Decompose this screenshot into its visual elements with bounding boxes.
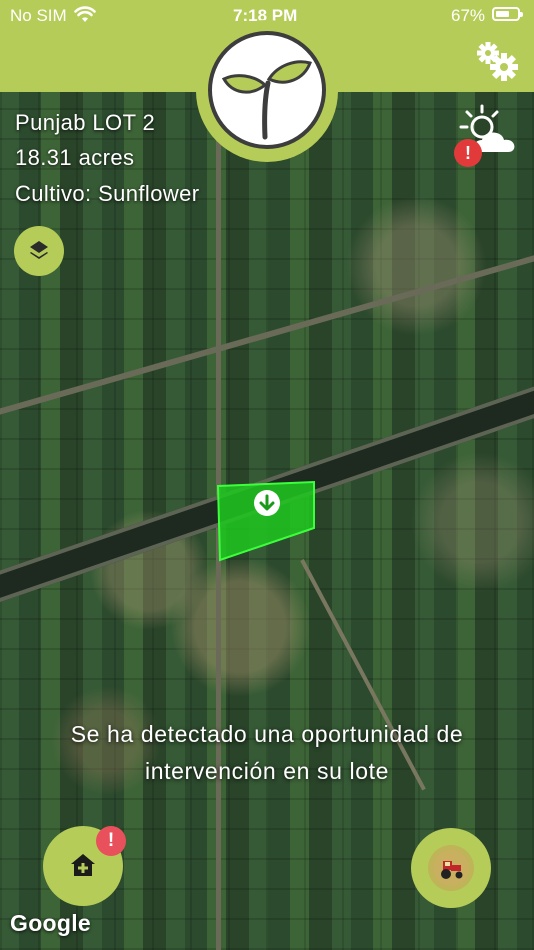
wifi-icon: [74, 6, 96, 22]
message-line-2: intervención en su lote: [145, 758, 389, 784]
map-road: [0, 243, 534, 426]
lot-name: Punjab LOT 2: [15, 110, 156, 135]
layers-icon: [30, 241, 48, 259]
message-line-1: Se ha detectado una oportunidad de: [70, 721, 464, 747]
gear-icon[interactable]: [474, 40, 520, 82]
sprout-logo: [221, 60, 312, 140]
carrier-label: No SIM: [10, 6, 67, 25]
tractor-inner: [433, 850, 469, 886]
lot-crop: Cultivo: Sunflower: [15, 181, 200, 206]
layers-button[interactable]: [14, 226, 64, 276]
tractor-button[interactable]: [411, 828, 491, 908]
battery-percent: 67%: [451, 6, 486, 25]
tractor-icon: [441, 861, 463, 879]
battery-icon: [492, 7, 523, 21]
intervention-message: Se ha detectado una oportunidad de inter…: [0, 716, 534, 790]
battery-fill: [496, 11, 509, 17]
home-alert-badge: !: [96, 826, 126, 856]
google-attribution: Google: [10, 910, 92, 936]
weather-alert-badge: !: [454, 139, 482, 167]
download-arrow-icon[interactable]: [253, 489, 281, 517]
app-logo[interactable]: [208, 31, 326, 149]
lot-area: 18.31 acres: [15, 145, 135, 170]
